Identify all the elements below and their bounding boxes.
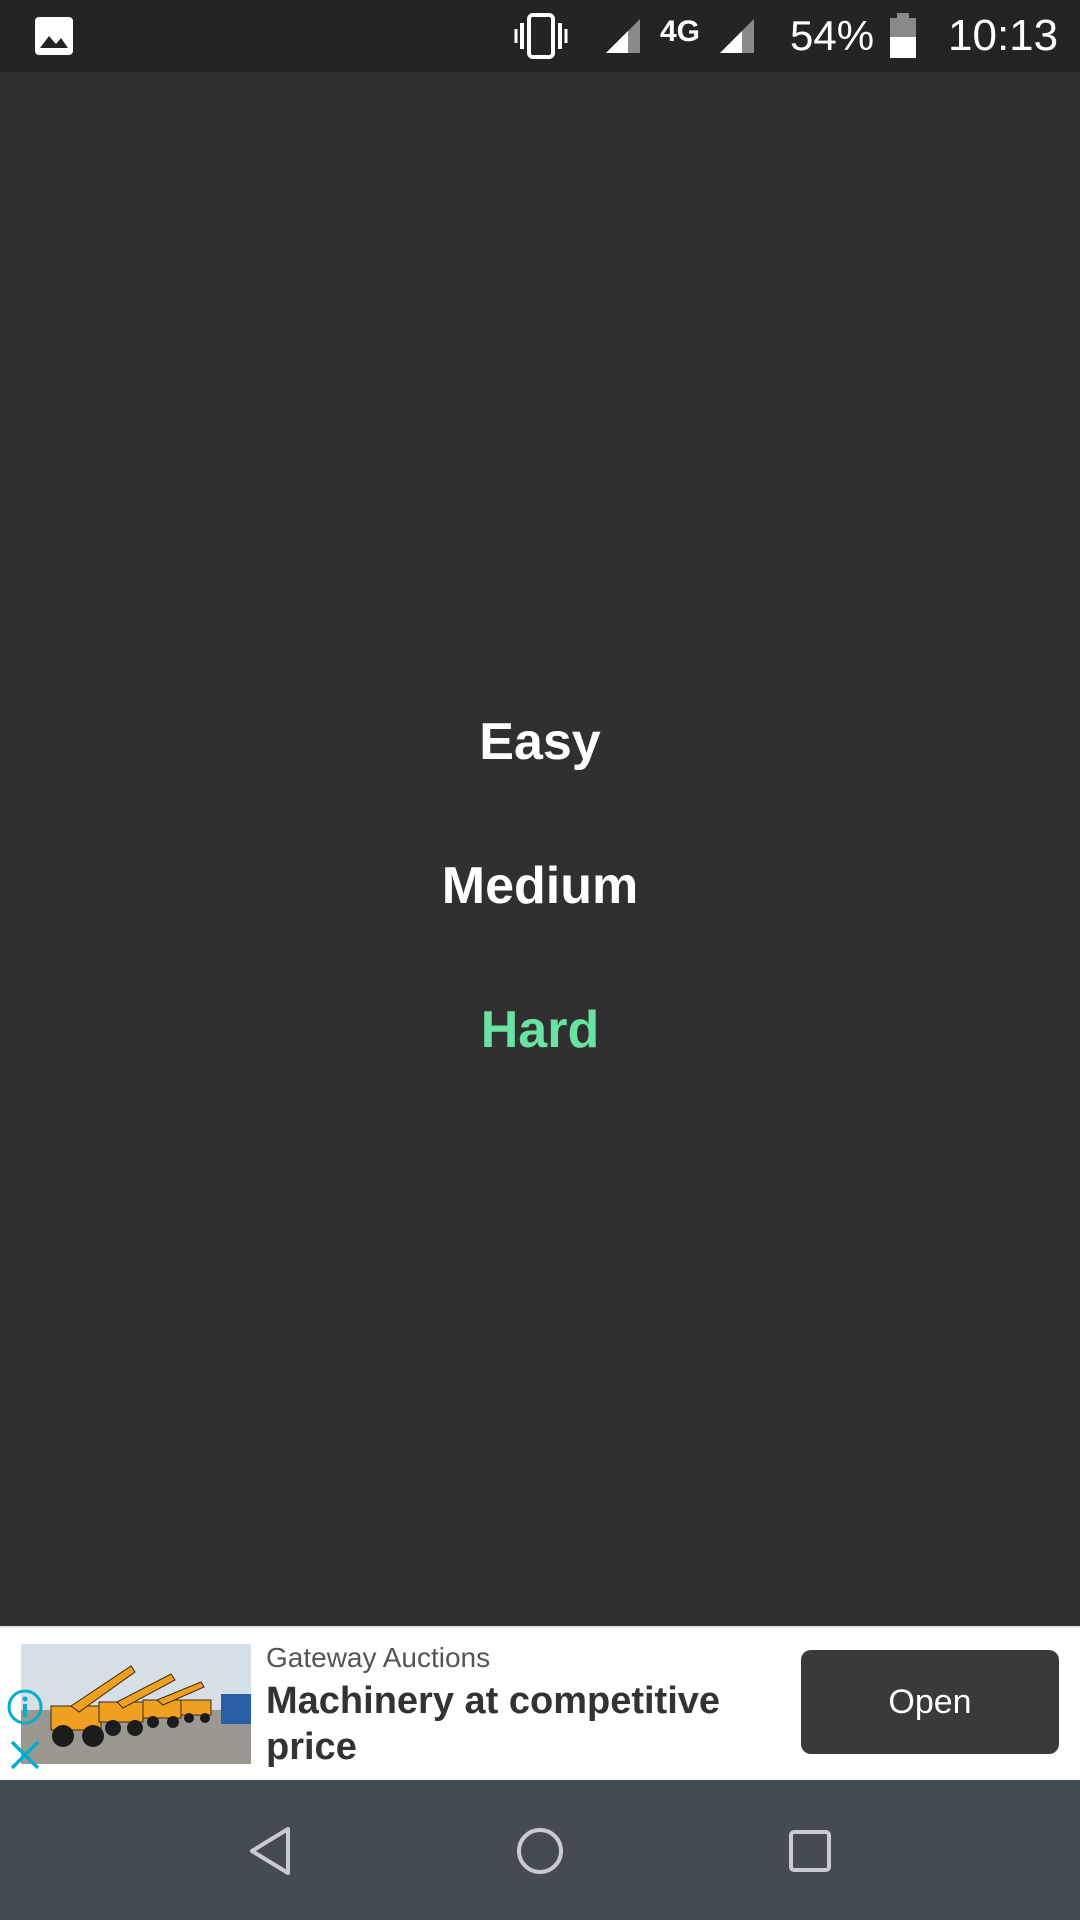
ad-banner[interactable]: Gateway Auctions Machinery at competitiv… — [0, 1626, 1080, 1782]
close-icon[interactable] — [8, 1738, 42, 1777]
battery-icon — [888, 0, 918, 72]
ad-image[interactable] — [21, 1644, 251, 1764]
ad-advertiser-name: Gateway Auctions — [266, 1642, 491, 1673]
battery-percent: 54% — [790, 12, 875, 59]
back-icon[interactable] — [235, 1816, 305, 1886]
recents-icon[interactable] — [775, 1816, 845, 1886]
navigation-bar — [0, 1780, 1080, 1920]
info-icon[interactable] — [6, 1688, 44, 1731]
signal-icon — [718, 0, 756, 72]
network-type-label: 4G — [660, 15, 701, 48]
signal-icon — [604, 0, 642, 72]
difficulty-medium-option[interactable]: Medium — [0, 856, 1080, 916]
clock: 10:13 — [948, 11, 1059, 60]
ad-open-button[interactable]: Open — [801, 1650, 1059, 1754]
screen: 4G 54% 10:13 Easy Medium Hard Gateway Au… — [0, 0, 1080, 1920]
gallery-icon — [34, 0, 74, 72]
difficulty-hard-option[interactable]: Hard — [0, 1000, 1080, 1060]
difficulty-easy-option[interactable]: Easy — [0, 712, 1080, 772]
vibrate-icon — [514, 0, 568, 72]
status-bar: 4G 54% 10:13 — [0, 0, 1080, 72]
ad-headline[interactable]: Machinery at competitive price — [266, 1678, 766, 1770]
home-icon[interactable] — [505, 1816, 575, 1886]
